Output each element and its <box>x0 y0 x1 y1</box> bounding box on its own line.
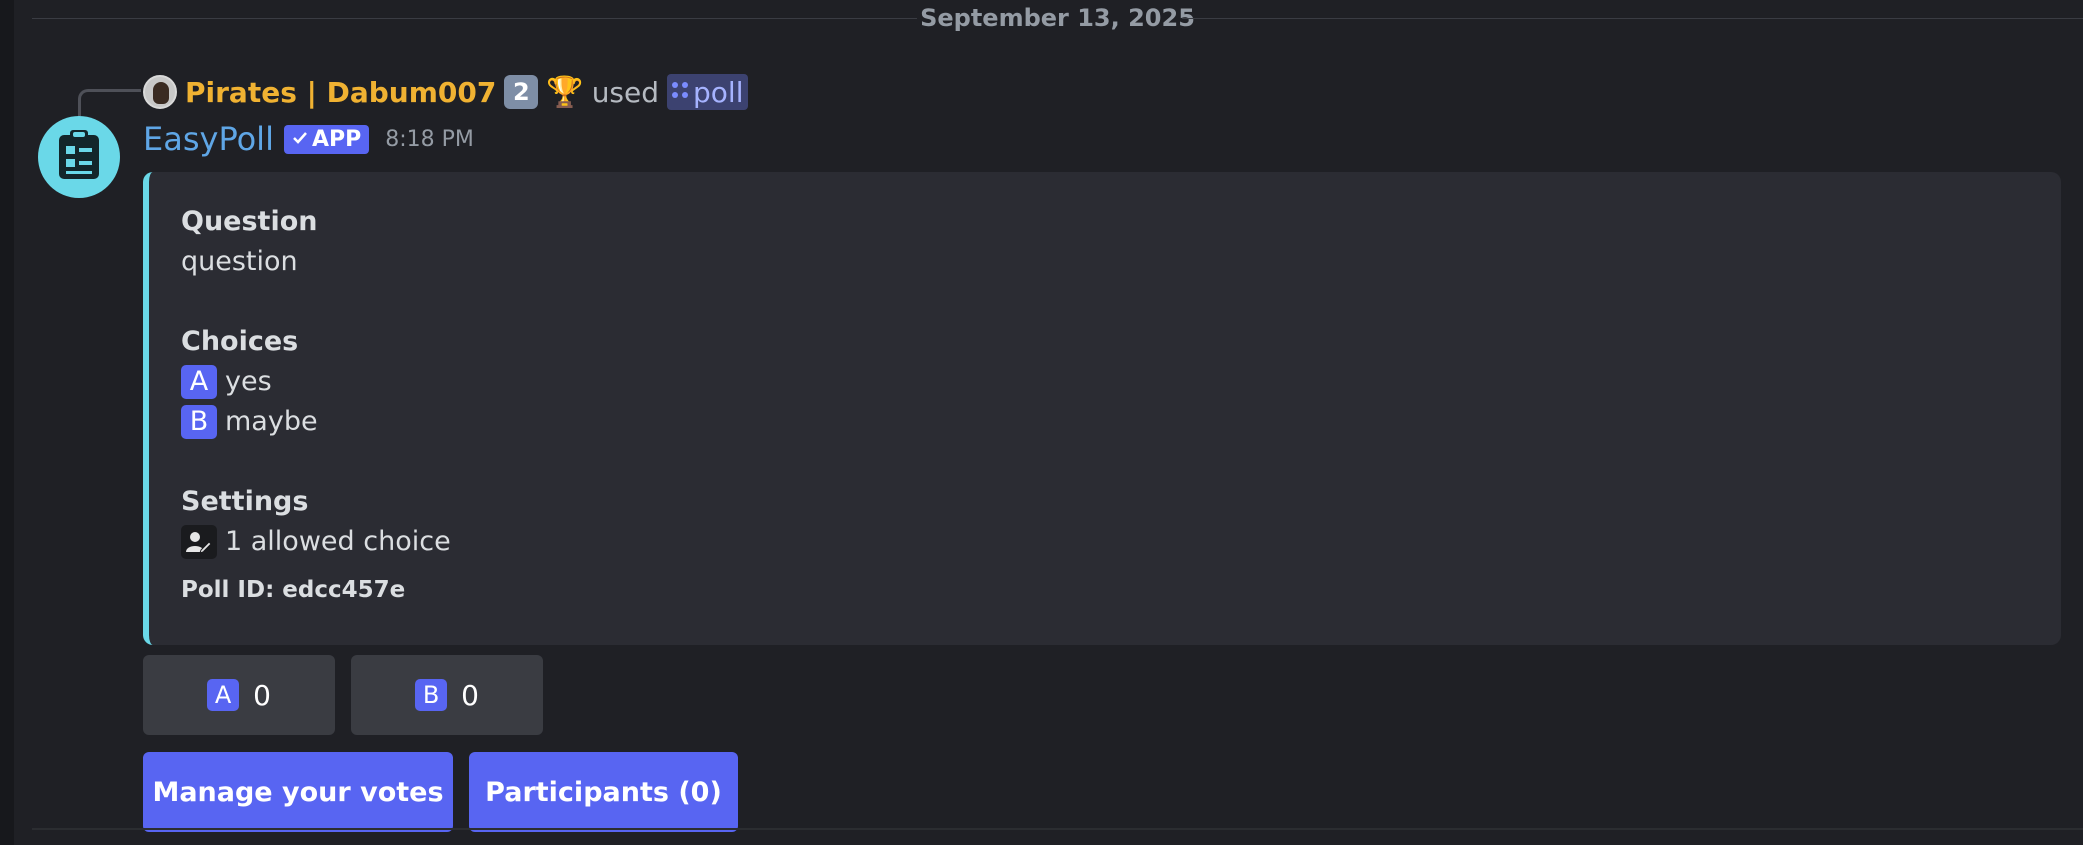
message-timestamp[interactable]: 8:18 PM <box>385 127 474 152</box>
reply-avatar[interactable] <box>143 75 177 109</box>
left-strip <box>0 0 14 845</box>
poll-embed: Question question Choices A yes B maybe … <box>143 172 2061 645</box>
choice-text: maybe <box>225 406 318 437</box>
date-divider: September 13, 2025 <box>32 0 2083 38</box>
vote-a-button[interactable]: A 0 <box>143 655 335 735</box>
app-badge: APP <box>283 124 370 154</box>
command-label: poll <box>693 75 744 109</box>
bottom-divider <box>32 828 2083 830</box>
vote-letter-a: A <box>207 679 240 711</box>
settings-label: Settings <box>181 486 309 517</box>
question-value: question <box>181 246 298 277</box>
check-icon <box>292 127 308 152</box>
choice-item: A yes <box>181 362 451 402</box>
choice-letter-b: B <box>181 405 217 439</box>
app-grid-icon <box>671 81 689 104</box>
choice-text: yes <box>225 366 272 397</box>
settings-value: 1 allowed choice <box>225 526 451 557</box>
reply-spine <box>78 89 141 116</box>
choices-label: Choices <box>181 326 299 357</box>
choice-letter-a: A <box>181 365 217 399</box>
divider-line-right <box>1182 18 2083 19</box>
used-text: used <box>591 75 660 109</box>
choice-item: B maybe <box>181 402 451 442</box>
question-label: Question <box>181 206 318 237</box>
participants-button[interactable]: Participants (0) <box>469 752 738 832</box>
app-badge-label: APP <box>311 126 362 152</box>
app-avatar[interactable] <box>38 116 120 198</box>
number-badge: 2 <box>504 75 539 109</box>
vote-b-button[interactable]: B 0 <box>351 655 543 735</box>
author-name[interactable]: EasyPoll <box>143 120 274 158</box>
poll-id: Poll ID: edcc457e <box>181 577 406 603</box>
manage-votes-button[interactable]: Manage your votes <box>143 752 453 832</box>
embed-content: Question question Choices A yes B maybe … <box>181 202 451 610</box>
reply-context[interactable]: Pirates | Dabum007 2 🏆 used poll <box>143 72 748 112</box>
message-header: EasyPoll APP 8:18 PM <box>143 120 474 158</box>
reply-username[interactable]: Pirates | Dabum007 <box>185 76 496 109</box>
command-mention[interactable]: poll <box>667 74 748 110</box>
vote-count: 0 <box>253 678 271 712</box>
trophy-icon: 🏆 <box>546 74 584 110</box>
vote-letter-b: B <box>415 679 448 711</box>
user-edit-icon <box>181 525 217 559</box>
clipboard-icon <box>56 129 102 185</box>
setting-item: 1 allowed choice <box>181 522 451 562</box>
vote-count: 0 <box>461 678 479 712</box>
